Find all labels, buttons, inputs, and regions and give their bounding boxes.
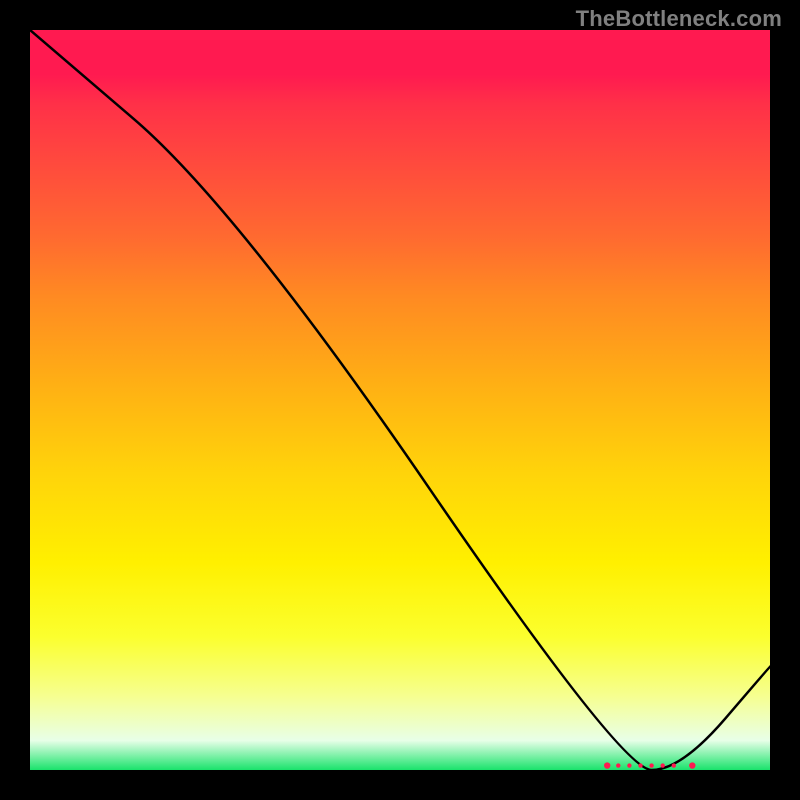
marker-dot (649, 763, 653, 767)
plot-area (30, 30, 770, 770)
marker-dot (672, 763, 676, 767)
chart-overlay (30, 30, 770, 770)
watermark-text: TheBottleneck.com (576, 6, 782, 32)
chart-container: TheBottleneck.com (0, 0, 800, 800)
chart-line (30, 30, 770, 770)
marker-dot (616, 763, 620, 767)
marker-dot (638, 763, 642, 767)
marker-dot (604, 762, 610, 768)
marker-dot (689, 762, 695, 768)
marker-group (604, 762, 696, 768)
marker-dot (627, 763, 631, 767)
line-series-curve (30, 30, 770, 770)
marker-dot (661, 763, 665, 767)
